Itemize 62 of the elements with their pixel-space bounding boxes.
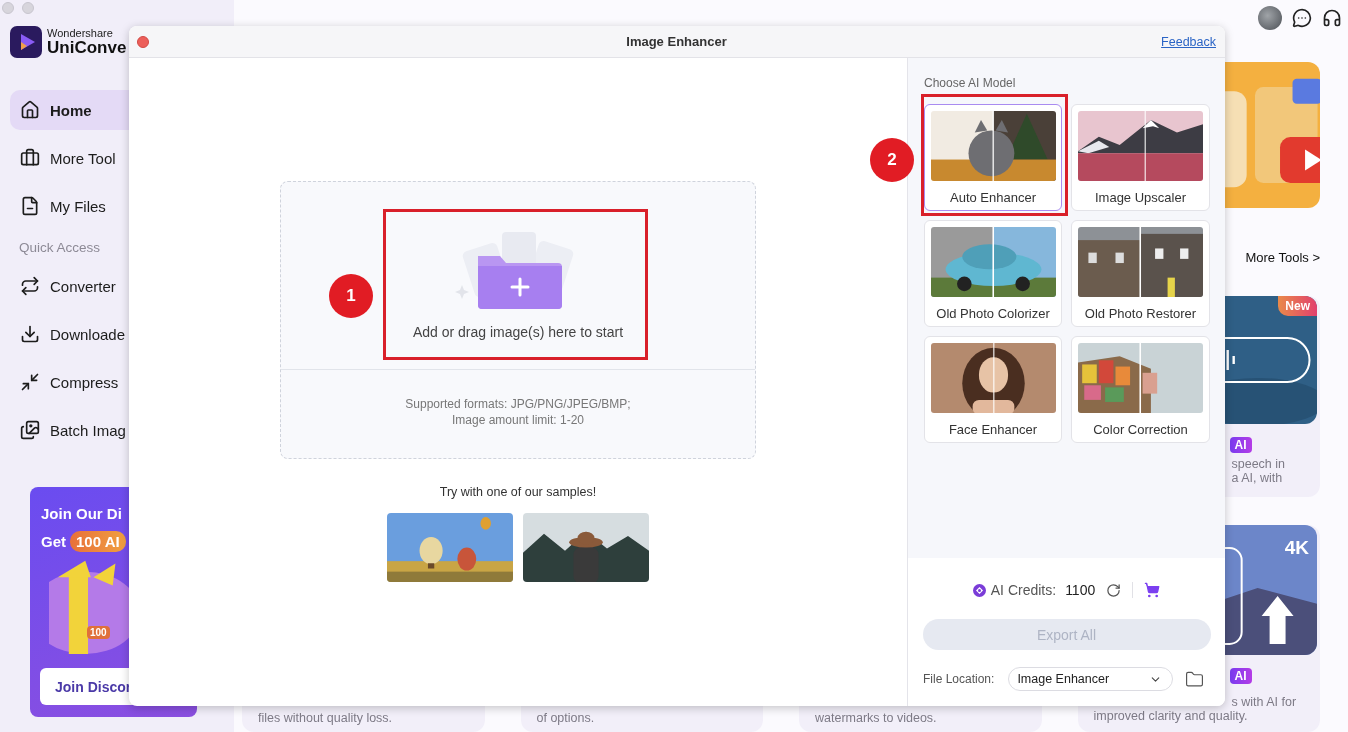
model-card[interactable]: Auto Enhancer: [924, 104, 1062, 211]
limit-hint: Image amount limit: 1-20: [451, 412, 585, 428]
headset-icon[interactable]: [1322, 8, 1342, 28]
format-hint: Supported formats: JPG/PNG/JPEG/BMP;: [405, 396, 631, 412]
home-icon: [20, 100, 40, 120]
card-description: of options.: [535, 711, 596, 725]
section-label: Choose AI Model: [924, 76, 1017, 90]
credits-label: AI Credits:: [990, 582, 1057, 598]
model-label: Color Correction: [1093, 422, 1188, 437]
sidebar-item[interactable]: My Files: [10, 186, 234, 226]
upload-prompt: Add or drag image(s) here to start: [412, 324, 624, 340]
credits-value: 1100: [1065, 582, 1096, 598]
refresh-icon[interactable]: [1106, 582, 1122, 598]
download-icon: [20, 324, 40, 344]
folder-icon[interactable]: [1185, 669, 1205, 689]
ai-badge: AI: [1229, 668, 1252, 684]
card-description: improved clarity and quality.: [1092, 709, 1249, 723]
convert-icon: [20, 276, 40, 296]
file-icon: [20, 196, 40, 216]
card-description: files without quality loss.: [257, 711, 394, 725]
model-label: Image Upscaler: [1094, 190, 1186, 205]
credit-coin-icon: [972, 583, 986, 597]
sidebar-item[interactable]: Compress: [10, 362, 234, 402]
card-description: watermarks to videos.: [814, 711, 938, 725]
promo-title: Join Our Di: [41, 505, 123, 522]
model-label: Auto Enhancer: [950, 190, 1036, 205]
sidebar-item[interactable]: Converter: [10, 266, 234, 306]
card-description: speech in: [1230, 457, 1286, 471]
card-description: a AI, with: [1230, 471, 1284, 485]
more-tools-link[interactable]: More Tools >: [1245, 250, 1320, 268]
section-label: Quick Access: [19, 240, 102, 257]
model-label: Face Enhancer: [948, 422, 1038, 437]
mascot-tag: 100: [87, 626, 110, 639]
resolution-label: 4K: [1284, 537, 1309, 559]
credit-badge: 100 AI: [70, 531, 126, 552]
sidebar-item[interactable]: More Tool: [10, 138, 234, 178]
model-card[interactable]: Old Photo Colorizer: [924, 220, 1062, 327]
avatar[interactable]: [1258, 6, 1282, 30]
feedback-link[interactable]: Feedback: [1161, 34, 1216, 49]
model-card[interactable]: Image Upscaler: [1071, 104, 1210, 211]
brand-subtitle: Wondershare: [47, 28, 114, 39]
sidebar-item[interactable]: Batch Imag: [10, 410, 234, 450]
images-icon: [20, 420, 40, 440]
card-description: s with AI for: [1230, 695, 1298, 709]
ai-badge: AI: [1229, 437, 1252, 453]
upload-area[interactable]: Add or drag image(s) here to start Supported formats: JPG/PNG/JPEG/BMP; Image amount limit: 1-20 1: [280, 181, 756, 459]
toolbox-icon: [20, 148, 40, 168]
window-title: Image Enhancer: [626, 34, 727, 49]
sidebar-item[interactable]: Downloade: [10, 314, 234, 354]
promo-text: Get: [41, 533, 66, 550]
app-logo: [10, 26, 42, 58]
model-label: Old Photo Colorizer: [936, 306, 1050, 321]
step-marker: 2: [870, 138, 914, 182]
location-label: File Location:: [923, 672, 995, 686]
samples-label: Try with one of our samples!: [439, 485, 597, 499]
brand-name: UniConve: [47, 39, 127, 56]
compress-icon: [20, 372, 40, 392]
close-button[interactable]: [137, 35, 149, 48]
cart-icon[interactable]: [1144, 582, 1161, 598]
step-marker: 1: [329, 274, 373, 318]
chat-icon[interactable]: [1292, 8, 1312, 28]
model-card[interactable]: Face Enhancer: [924, 336, 1062, 443]
